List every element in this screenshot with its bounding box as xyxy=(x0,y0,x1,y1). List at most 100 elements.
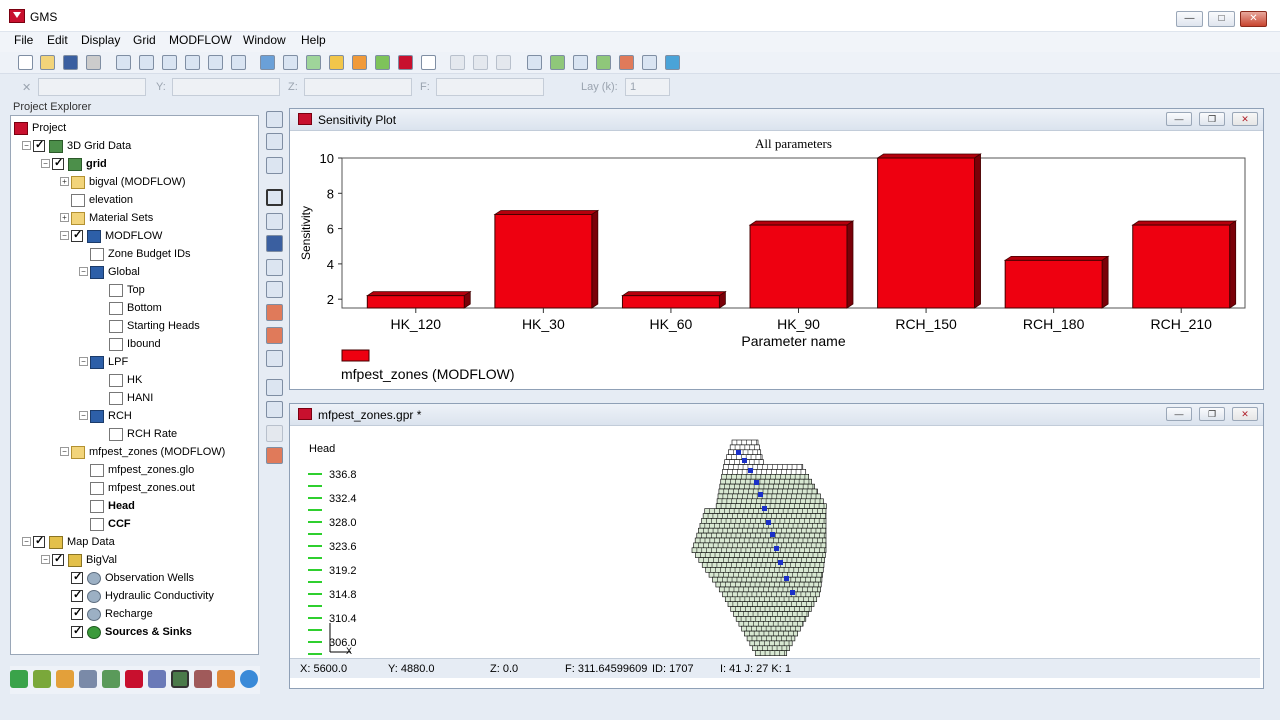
select-obs-icon[interactable] xyxy=(266,327,283,344)
tree-item[interactable]: RCH Rate xyxy=(109,425,177,443)
open-folder-icon[interactable] xyxy=(40,55,55,70)
print-icon[interactable] xyxy=(86,55,101,70)
tree-item[interactable]: CCF xyxy=(90,515,131,533)
tree-item[interactable]: Bottom xyxy=(109,299,162,317)
x-field[interactable] xyxy=(38,78,146,96)
info-icon[interactable] xyxy=(260,55,275,70)
tree-item[interactable]: LPF xyxy=(90,353,128,371)
tree-item[interactable]: Sources & Sinks xyxy=(71,623,192,641)
rotate-icon[interactable] xyxy=(185,55,200,70)
gis-module-icon[interactable] xyxy=(240,670,258,688)
run-model-icon[interactable] xyxy=(550,55,565,70)
tin-module-icon[interactable] xyxy=(10,670,28,688)
table-icon[interactable] xyxy=(421,55,436,70)
tree-item[interactable]: Hydraulic Conductivity xyxy=(71,587,214,605)
tree-item[interactable]: Material Sets xyxy=(71,209,153,227)
select-cells-icon[interactable] xyxy=(266,189,283,206)
tree-expander[interactable]: + xyxy=(60,177,69,186)
tree-item[interactable]: grid xyxy=(52,155,107,173)
tree-expander[interactable]: − xyxy=(60,447,69,456)
select-nodes-icon[interactable] xyxy=(266,213,283,230)
tree-expander[interactable]: − xyxy=(79,357,88,366)
tree-item[interactable]: mfpest_zones (MODFLOW) xyxy=(71,443,225,461)
visibility-checkbox[interactable] xyxy=(71,228,83,242)
tree-item[interactable]: Map Data xyxy=(33,533,115,551)
tree-item[interactable]: HANI xyxy=(109,389,153,407)
tree-item[interactable]: Starting Heads xyxy=(109,317,200,335)
save-icon[interactable] xyxy=(63,55,78,70)
batch-icon[interactable] xyxy=(642,55,657,70)
tree-expander[interactable]: − xyxy=(79,267,88,276)
export-icon[interactable] xyxy=(665,55,680,70)
close-button[interactable]: ✕ xyxy=(1232,407,1258,421)
scatter-module-icon[interactable] xyxy=(125,670,143,688)
display-options-icon[interactable] xyxy=(283,55,298,70)
y-field[interactable] xyxy=(172,78,280,96)
tree-expander[interactable]: + xyxy=(60,213,69,222)
create-point-icon[interactable] xyxy=(266,350,283,367)
f-field[interactable] xyxy=(436,78,544,96)
view-column-icon[interactable] xyxy=(266,447,283,464)
menu-grid[interactable]: Grid xyxy=(133,32,156,48)
zoom-icon[interactable] xyxy=(231,55,246,70)
tree-item[interactable]: RCH xyxy=(90,407,132,425)
visibility-checkbox[interactable] xyxy=(33,138,45,152)
model-checker-icon[interactable] xyxy=(527,55,542,70)
layer-spinner[interactable]: 1 xyxy=(625,78,670,96)
grid-display-icon[interactable] xyxy=(398,55,413,70)
visibility-checkbox[interactable] xyxy=(71,624,83,638)
tree-expander[interactable]: − xyxy=(60,231,69,240)
tree-item[interactable]: HK xyxy=(109,371,142,389)
3d-grid-module-icon[interactable] xyxy=(171,670,189,688)
pan-tool-icon[interactable] xyxy=(266,157,283,174)
view-front-icon[interactable] xyxy=(139,55,154,70)
tree-item[interactable]: Ibound xyxy=(109,335,161,353)
tree-expander[interactable]: − xyxy=(41,159,50,168)
color-ramp-icon[interactable] xyxy=(375,55,390,70)
tree-expander[interactable]: − xyxy=(79,411,88,420)
menu-edit[interactable]: Edit xyxy=(47,32,68,48)
solid-module-icon[interactable] xyxy=(56,670,74,688)
frame-icon[interactable] xyxy=(116,55,131,70)
view-layer-icon[interactable] xyxy=(266,379,283,396)
pest-icon[interactable] xyxy=(596,55,611,70)
lighting-icon[interactable] xyxy=(329,55,344,70)
plot-icon[interactable] xyxy=(352,55,367,70)
tree-item[interactable]: 3D Grid Data xyxy=(33,137,131,155)
tree-item[interactable]: BigVal xyxy=(52,551,117,569)
tree-item[interactable]: Project xyxy=(14,119,66,137)
tree-item[interactable]: mfpest_zones.out xyxy=(90,479,195,497)
mesh-module-icon[interactable] xyxy=(79,670,97,688)
tree-item[interactable]: Head xyxy=(90,497,135,515)
restore-button[interactable]: ❐ xyxy=(1199,407,1225,421)
tree-expander[interactable]: − xyxy=(22,537,31,546)
project-explorer-tree[interactable]: Project−3D Grid Data−grid+bigval (MODFLO… xyxy=(10,115,259,655)
minimize-button[interactable]: — xyxy=(1166,112,1192,126)
model-wrapper-icon[interactable] xyxy=(619,55,634,70)
menu-display[interactable]: Display xyxy=(81,32,120,48)
tree-expander[interactable]: − xyxy=(41,555,50,564)
visibility-checkbox[interactable] xyxy=(52,552,64,566)
map-module-icon[interactable] xyxy=(217,670,235,688)
close-button[interactable]: ✕ xyxy=(1240,11,1267,27)
uGrid-module-icon[interactable] xyxy=(194,670,212,688)
zoom-window-icon[interactable] xyxy=(208,55,223,70)
visibility-checkbox[interactable] xyxy=(33,534,45,548)
new-file-icon[interactable] xyxy=(18,55,33,70)
menu-file[interactable]: File xyxy=(14,32,33,48)
read-solution-icon[interactable] xyxy=(573,55,588,70)
menu-modflow[interactable]: MODFLOW xyxy=(169,32,232,48)
visibility-checkbox[interactable] xyxy=(71,570,83,584)
refresh-icon[interactable] xyxy=(306,55,321,70)
view-side-icon[interactable] xyxy=(162,55,177,70)
minimize-button[interactable]: — xyxy=(1176,11,1203,27)
grid-module-icon[interactable] xyxy=(102,670,120,688)
tree-item[interactable]: Observation Wells xyxy=(71,569,194,587)
close-button[interactable]: ✕ xyxy=(1232,112,1258,126)
view-row-icon[interactable] xyxy=(266,401,283,418)
select-k-icon[interactable] xyxy=(266,304,283,321)
grid-display-area[interactable]: Head 336.8 332.4 328.0 323.6 319.2 314.8 310.4… xyxy=(296,428,1264,658)
minimize-button[interactable]: — xyxy=(1166,407,1192,421)
menu-help[interactable]: Help xyxy=(301,32,326,48)
restore-button[interactable]: ❐ xyxy=(1199,112,1225,126)
